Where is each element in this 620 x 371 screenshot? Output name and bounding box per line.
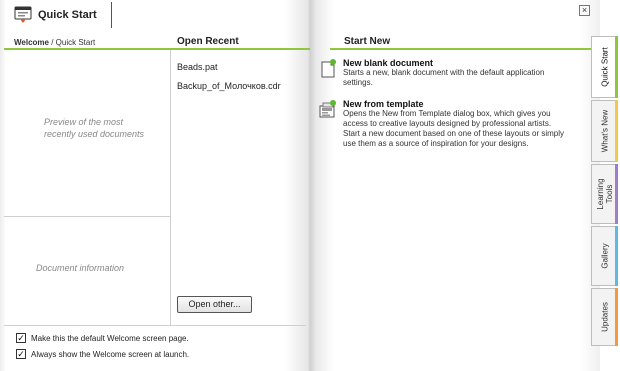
tab-quick-start[interactable]: Quick Start	[591, 36, 618, 98]
recent-preview-placeholder: Preview of the most recently used docume…	[44, 117, 145, 139]
tab-whats-new[interactable]: What's New	[591, 100, 618, 162]
preview-divider	[4, 216, 170, 217]
task-description: Opens the New from Template dialog box, …	[343, 109, 565, 148]
header-divider-left	[4, 48, 310, 50]
tab-color-stripe	[615, 226, 618, 286]
template-icon	[318, 99, 338, 119]
default-page-checkbox[interactable]: ✓	[16, 333, 26, 343]
task-title: New from template	[343, 99, 424, 109]
right-page	[310, 0, 600, 371]
tab-label: Learning Tools	[595, 178, 614, 210]
close-button[interactable]: ×	[579, 5, 590, 16]
quick-start-icon	[14, 6, 32, 24]
breadcrumb: Welcome / Quick Start	[14, 38, 95, 47]
blank-document-icon	[318, 58, 338, 78]
open-other-button[interactable]: Open other...	[177, 296, 252, 313]
task-description: Starts a new, blank document with the de…	[343, 68, 545, 87]
new-blank-document-task[interactable]: New blank document Starts a new, blank d…	[318, 58, 568, 90]
tab-updates[interactable]: Updates	[591, 288, 618, 346]
tab-label: Updates	[600, 302, 609, 332]
always-show-option[interactable]: ✓ Always show the Welcome screen at laun…	[16, 349, 189, 359]
task-title: New blank document	[343, 58, 434, 68]
tab-color-stripe	[615, 288, 618, 346]
tab-label: Gallery	[600, 243, 609, 269]
tab-gallery[interactable]: Gallery	[591, 226, 618, 286]
always-show-label: Always show the Welcome screen at launch…	[31, 349, 190, 359]
open-recent-header: Open Recent	[177, 36, 239, 47]
tab-color-stripe	[615, 100, 618, 162]
left-page	[0, 0, 310, 371]
options-divider	[4, 325, 306, 326]
side-tab-bar: Quick Start What's New Learning Tools Ga…	[591, 36, 618, 346]
column-divider	[170, 50, 171, 325]
tab-color-stripe	[615, 164, 618, 224]
tab-label: Quick Start	[600, 47, 609, 87]
title-tab: Quick Start	[4, 2, 112, 28]
header-divider-right	[330, 48, 598, 50]
tab-color-stripe	[615, 36, 618, 98]
window-title: Quick Start	[38, 9, 97, 21]
breadcrumb-current: Quick Start	[55, 38, 96, 47]
start-new-header: Start New	[344, 36, 391, 47]
tab-learning-tools[interactable]: Learning Tools	[591, 164, 618, 224]
default-page-label: Make this the default Welcome screen pag…	[31, 333, 189, 343]
breadcrumb-separator: /	[48, 38, 56, 47]
breadcrumb-welcome[interactable]: Welcome	[14, 38, 49, 47]
default-page-option[interactable]: ✓ Make this the default Welcome screen p…	[16, 333, 189, 343]
close-icon: ×	[581, 5, 588, 15]
document-info-placeholder: Document information	[36, 263, 125, 273]
welcome-window: Quick Start × Welcome / Quick Start Open…	[0, 0, 620, 371]
recent-file-item[interactable]: Beads.pat	[177, 62, 218, 72]
always-show-checkbox[interactable]: ✓	[16, 349, 26, 359]
tab-label: What's New	[600, 109, 609, 153]
new-from-template-task[interactable]: New from template Opens the New from Tem…	[318, 99, 568, 169]
recent-file-item[interactable]: Backup_of_Молочков.cdr	[177, 81, 281, 91]
